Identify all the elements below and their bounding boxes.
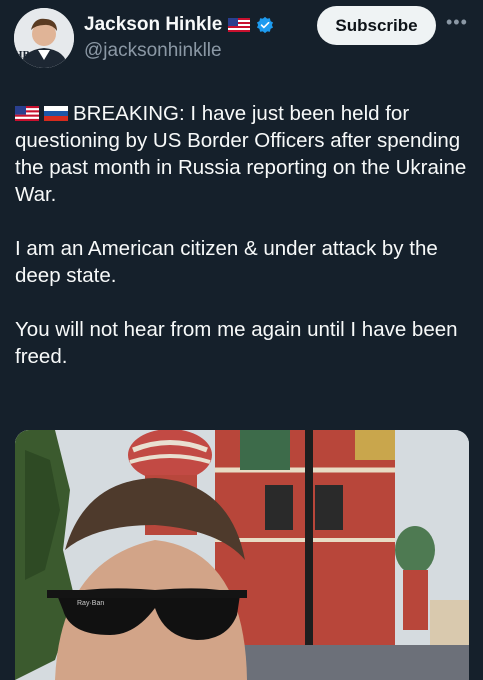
tweet-header: HB Jackson Hinkle @jacksonhinklle Subscr…	[0, 0, 483, 80]
tweet-body: BREAKING: I have just been held for ques…	[15, 100, 470, 397]
us-flag-icon	[228, 18, 251, 32]
svg-text:Ray·Ban: Ray·Ban	[77, 600, 104, 607]
subscribe-button[interactable]: Subscribe	[317, 6, 436, 45]
tweet-text-breaking: BREAKING: I have just been held for ques…	[15, 102, 467, 206]
author-display-name[interactable]: Jackson Hinkle	[84, 14, 222, 36]
tweet-paragraph-3: You will not hear from me again until I …	[15, 318, 458, 368]
russia-flag-icon	[44, 101, 68, 121]
tweet-media-photo[interactable]: Ray·Ban	[15, 430, 469, 680]
more-options-icon[interactable]: •••	[446, 12, 468, 33]
author-name-row[interactable]: Jackson Hinkle	[84, 14, 274, 36]
author-handle[interactable]: @jacksonhinklle	[84, 40, 222, 62]
verified-badge-icon[interactable]	[256, 16, 274, 34]
tweet-paragraph-2: I am an American citizen & under attack …	[15, 237, 438, 287]
avatar-monogram: HB	[14, 49, 31, 61]
author-avatar[interactable]: HB	[14, 8, 74, 68]
tweet-paragraph-1: BREAKING: I have just been held for ques…	[15, 100, 470, 208]
us-flag-icon	[15, 101, 39, 121]
